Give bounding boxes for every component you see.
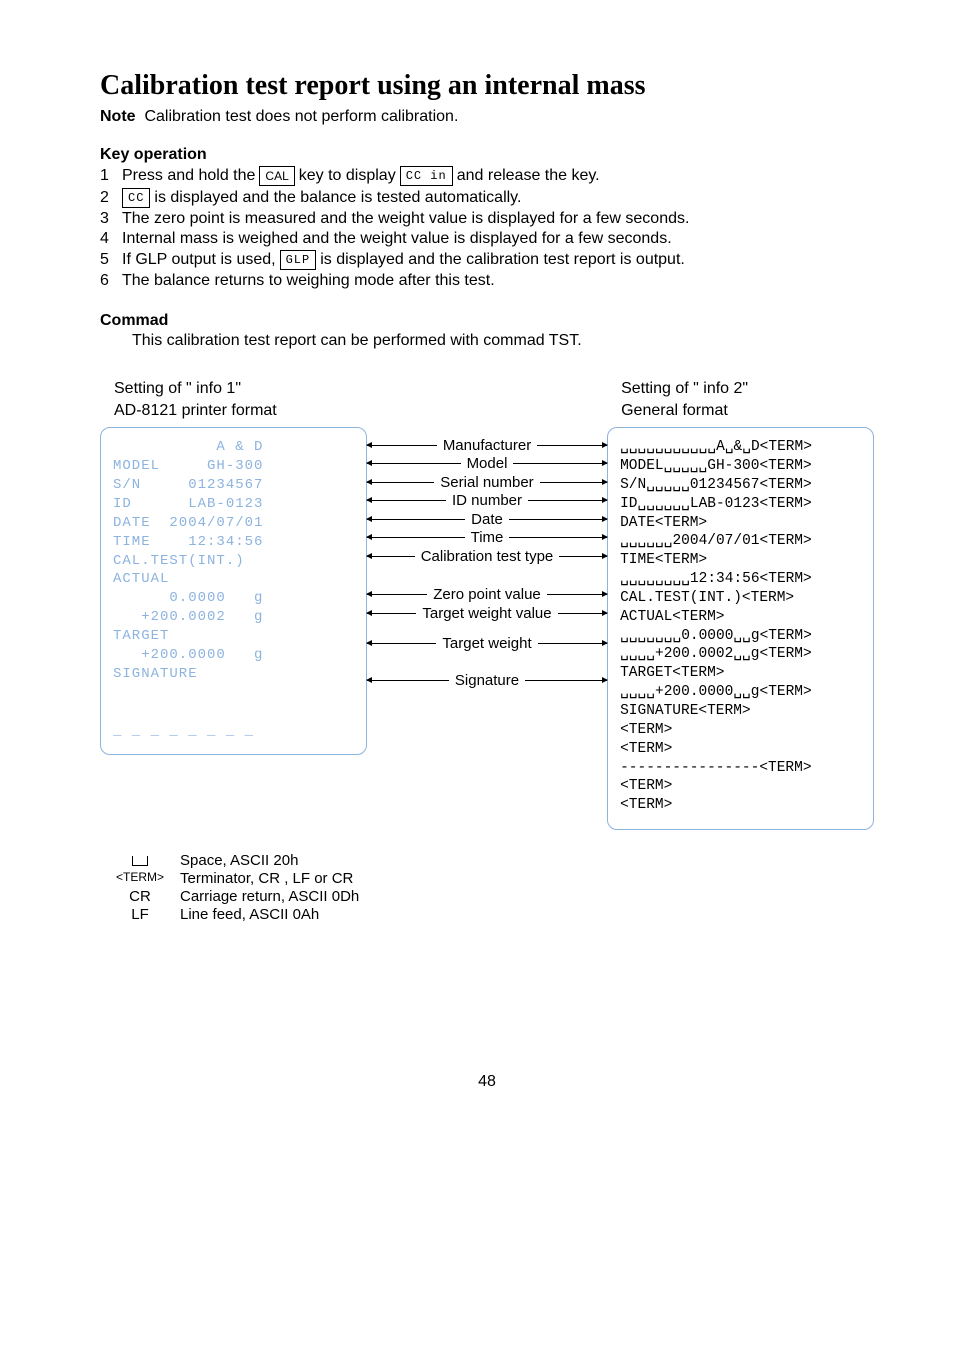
keyop-num: 6: [100, 272, 122, 290]
keyop-item: 5 If GLP output is used, GLP is displaye…: [100, 250, 874, 270]
keyop-num: 5: [100, 251, 122, 269]
legend-text: Terminator, CR , LF or CR: [180, 870, 353, 887]
lf-symbol: LF: [100, 906, 180, 923]
command-section: Commad This calibration test report can …: [100, 312, 874, 350]
lbl-manufacturer: Manufacturer: [437, 437, 537, 454]
middle-labels: Manufacturer Model Serial number ID numb…: [367, 378, 607, 830]
keyop-num: 4: [100, 230, 122, 248]
legend-text: Space, ASCII 20h: [180, 852, 298, 869]
keyop-item: 6 The balance returns to weighing mode a…: [100, 272, 874, 290]
lbl-zero: Zero point value: [427, 586, 547, 603]
cr-symbol: CR: [100, 888, 180, 905]
keyop-num: 1: [100, 167, 122, 185]
legend-text: Line feed, ASCII 0Ah: [180, 906, 319, 923]
text: Internal mass is weighed and the weight …: [122, 230, 672, 248]
text: is displayed and the balance is tested a…: [154, 189, 521, 207]
page-title: Calibration test report using an interna…: [100, 70, 874, 102]
right-panel: ␣␣␣␣␣␣␣␣␣␣␣A␣&␣D<TERM> MODEL␣␣␣␣␣GH-300<…: [607, 427, 874, 830]
lbl-caltype: Calibration test type: [415, 548, 560, 565]
term-symbol: <TERM>: [100, 870, 180, 887]
right-title: Setting of " info 2" General format: [621, 378, 874, 421]
text: key to display: [299, 167, 396, 185]
keyop-item: 4 Internal mass is weighed and the weigh…: [100, 230, 874, 248]
left-column: Setting of " info 1" AD-8121 printer for…: [100, 378, 367, 830]
text: The zero point is measured and the weigh…: [122, 210, 689, 228]
text: Press and hold the: [122, 167, 255, 185]
text: The balance returns to weighing mode aft…: [122, 272, 495, 290]
lbl-twv: Target weight value: [416, 605, 557, 622]
lbl-model: Model: [461, 455, 514, 472]
keyop-item: 3 The zero point is measured and the wei…: [100, 210, 874, 228]
display-box: CC in: [400, 166, 453, 186]
legend-text: Carriage return, ASCII 0Dh: [180, 888, 359, 905]
display-box: GLP: [280, 250, 317, 270]
display-box: CC: [122, 188, 150, 208]
note-line: Note Calibration test does not perform c…: [100, 108, 874, 126]
left-panel: A & D MODEL GH-300 S/N 01234567 ID LAB-0…: [100, 427, 367, 755]
note-label: Note: [100, 108, 136, 125]
text: and release the key.: [457, 167, 600, 185]
format-diagram: Setting of " info 1" AD-8121 printer for…: [100, 378, 874, 830]
lbl-sig: Signature: [449, 672, 525, 689]
command-text: This calibration test report can be perf…: [100, 332, 874, 350]
lbl-tw: Target weight: [436, 635, 537, 652]
keyop-item: 1 Press and hold the CAL key to display …: [100, 166, 874, 186]
text: If GLP output is used,: [122, 251, 276, 269]
lbl-serial: Serial number: [434, 474, 539, 491]
lbl-time: Time: [465, 529, 510, 546]
cal-key-box: CAL: [259, 166, 294, 186]
lbl-id: ID number: [446, 492, 528, 509]
left-title: Setting of " info 1" AD-8121 printer for…: [114, 378, 367, 421]
right-column: Setting of " info 2" General format ␣␣␣␣…: [607, 378, 874, 830]
legend: Space, ASCII 20h <TERM>Terminator, CR , …: [100, 852, 874, 923]
keyop-num: 2: [100, 189, 122, 207]
lbl-date: Date: [465, 511, 509, 528]
command-heading: Commad: [100, 312, 874, 330]
keyop-list: 1 Press and hold the CAL key to display …: [100, 166, 874, 290]
space-symbol: [100, 852, 180, 869]
text: is displayed and the calibration test re…: [320, 251, 685, 269]
page-number: 48: [100, 1073, 874, 1091]
note-text: Calibration test does not perform calibr…: [144, 108, 458, 125]
keyop-item: 2 CC is displayed and the balance is tes…: [100, 188, 874, 208]
keyop-num: 3: [100, 210, 122, 228]
keyop-heading: Key operation: [100, 146, 874, 164]
